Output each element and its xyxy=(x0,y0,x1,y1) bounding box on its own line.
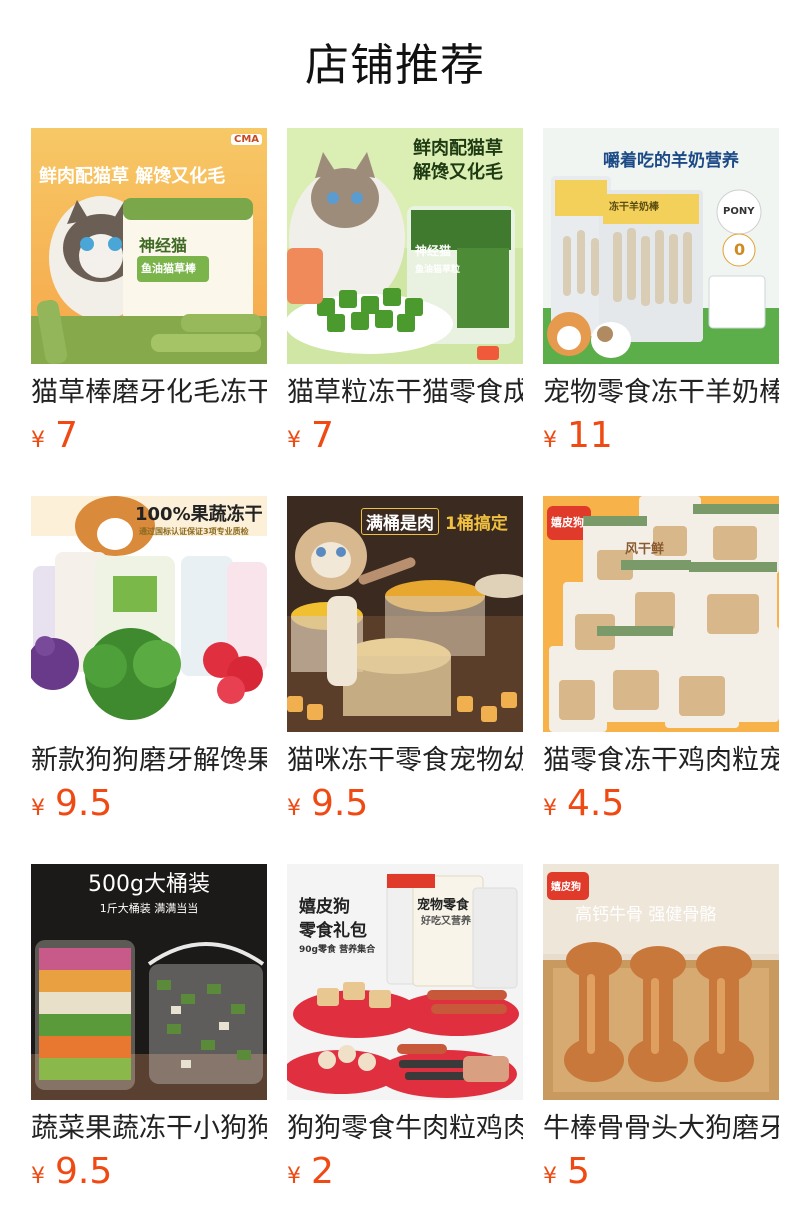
product-price: ¥ 9.5 xyxy=(31,782,267,826)
product-price: ¥ 9.5 xyxy=(31,1150,267,1194)
pack-label-1: 宠物零食 xyxy=(417,898,470,913)
image-headline: 500g大桶装 xyxy=(88,872,210,897)
product-price: ¥ 7 xyxy=(31,414,267,458)
currency-symbol: ¥ xyxy=(543,428,557,453)
product-card[interactable]: 鲜肉配猫草 解馋又化毛 神经猫 鱼油猫草粒 猫草粒冻干猫零食成猫 ¥ 7 xyxy=(287,128,523,496)
image-headline-1: 鲜肉配猫草 xyxy=(413,138,503,159)
product-image-cat-grass-cubes[interactable]: 鲜肉配猫草 解馋又化毛 神经猫 鱼油猫草粒 xyxy=(287,128,523,364)
product-image-fruit-veg-jars[interactable]: 100%果蔬冻干 通过国标认证保证3项专业质检 xyxy=(31,496,267,732)
image-sub: 冻干羊奶棒 xyxy=(609,202,659,213)
image-headline: 嚼着吃的羊奶营养 xyxy=(603,151,739,171)
price-amount: 5 xyxy=(567,1151,590,1192)
certification-badge: CMA xyxy=(231,134,263,145)
image-sub: 鱼油猫草棒 xyxy=(141,262,196,275)
product-image-snack-gift-pack[interactable]: 嬉皮狗 零食礼包 90g零食 营养集合 宠物零食 好吃又营养 xyxy=(287,864,523,1100)
product-image-cat-grass-stick[interactable]: 鲜肉配猫草 解馋又化毛 神经猫 鱼油猫草棒 CMA xyxy=(31,128,267,364)
snack-bags-icon xyxy=(543,496,779,732)
product-card[interactable]: 100%果蔬冻干 通过国标认证保证3项专业质检 新款狗狗磨牙解馋果蔬 ¥ 9.5 xyxy=(31,496,267,864)
product-name[interactable]: 猫草粒冻干猫零食成猫 xyxy=(287,376,523,410)
image-brand: 神经猫 xyxy=(139,236,188,255)
product-price: ¥ 9.5 xyxy=(287,782,523,826)
currency-symbol: ¥ xyxy=(287,1164,301,1189)
image-headline: 高钙牛骨 强健骨骼 xyxy=(575,905,717,925)
image-headline: 100%果蔬冻干 xyxy=(135,504,263,525)
product-image-freeze-dried-meat[interactable]: 满桶是肉 1桶搞定 xyxy=(287,496,523,732)
product-price: ¥ 5 xyxy=(543,1150,779,1194)
currency-symbol: ¥ xyxy=(287,796,301,821)
price-amount: 7 xyxy=(55,415,78,456)
image-brand: 神经猫 xyxy=(415,244,452,258)
pack-label: 风干鲜 xyxy=(625,542,665,557)
currency-symbol: ¥ xyxy=(543,796,557,821)
product-name[interactable]: 猫咪冻干零食宠物幼猫 xyxy=(287,744,523,778)
product-grid: 鲜肉配猫草 解馋又化毛 神经猫 鱼油猫草棒 CMA 猫草棒磨牙化毛冻干猫 ¥ 7 xyxy=(31,128,779,1232)
product-name[interactable]: 猫零食冻干鸡肉粒宠物 xyxy=(543,744,779,778)
currency-symbol: ¥ xyxy=(31,1164,45,1189)
product-name[interactable]: 牛棒骨骨头大狗磨牙棒 xyxy=(543,1112,779,1146)
image-headline-1: 嬉皮狗 xyxy=(299,897,350,917)
product-card[interactable]: 嬉皮狗 高钙牛骨 强健骨骼 牛棒骨骨头大狗磨牙棒 ¥ 5 xyxy=(543,864,779,1232)
zero-additive-badge: 0 xyxy=(734,240,746,259)
product-image-beef-bones[interactable]: 嬉皮狗 高钙牛骨 强健骨骼 xyxy=(543,864,779,1100)
image-headline-1: 满桶是肉 xyxy=(361,508,439,535)
product-price: ¥ 11 xyxy=(543,414,779,458)
product-price: ¥ 4.5 xyxy=(543,782,779,826)
product-card[interactable]: 鲜肉配猫草 解馋又化毛 神经猫 鱼油猫草棒 CMA 猫草棒磨牙化毛冻干猫 ¥ 7 xyxy=(31,128,267,496)
image-headline: 鲜肉配猫草 解馋又化毛 xyxy=(39,166,226,187)
product-card[interactable]: 嬉皮狗 零食礼包 90g零食 营养集合 宠物零食 好吃又营养 狗狗零食牛肉粒鸡肉… xyxy=(287,864,523,1232)
image-sub: 鱼油猫草粒 xyxy=(415,265,461,275)
product-image-snack-bags[interactable]: 嬉皮狗 风干鲜 xyxy=(543,496,779,732)
section-title: 店铺推荐 xyxy=(305,40,485,91)
image-brand: 嬉皮狗 xyxy=(551,516,584,529)
price-amount: 9.5 xyxy=(55,783,113,824)
product-price: ¥ 7 xyxy=(287,414,523,458)
product-name[interactable]: 猫草棒磨牙化毛冻干猫 xyxy=(31,376,267,410)
product-price: ¥ 2 xyxy=(287,1150,523,1194)
product-card[interactable]: 嬉皮狗 风干鲜 猫零食冻干鸡肉粒宠物 ¥ 4.5 xyxy=(543,496,779,864)
price-amount: 9.5 xyxy=(311,783,369,824)
product-card[interactable]: 嚼着吃的羊奶营养 冻干羊奶棒 PONY 0 宠物零食冻干羊奶棒狗 ¥ 11 xyxy=(543,128,779,496)
pony-badge: PONY xyxy=(723,206,755,217)
image-headline-2: 解馋又化毛 xyxy=(413,162,503,183)
currency-symbol: ¥ xyxy=(31,796,45,821)
currency-symbol: ¥ xyxy=(31,428,45,453)
image-headline-2: 1桶搞定 xyxy=(445,514,508,534)
image-sub: 1斤大桶装 满满当当 xyxy=(99,902,199,915)
product-name[interactable]: 宠物零食冻干羊奶棒狗 xyxy=(543,376,779,410)
image-brand: 嬉皮狗 xyxy=(551,882,581,893)
currency-symbol: ¥ xyxy=(287,428,301,453)
currency-symbol: ¥ xyxy=(543,1164,557,1189)
store-recommendations-page: 店铺推荐 鲜肉配猫草 解馋又化毛 神经猫 鱼油猫草棒 CMA 猫草棒磨牙化毛冻干… xyxy=(0,0,790,1232)
product-card[interactable]: 500g大桶装 1斤大桶装 满满当当 蔬菜果蔬冻干小狗狗零 ¥ 9.5 xyxy=(31,864,267,1232)
price-amount: 2 xyxy=(311,1151,334,1192)
product-name[interactable]: 蔬菜果蔬冻干小狗狗零 xyxy=(31,1112,267,1146)
price-amount: 4.5 xyxy=(567,783,625,824)
price-amount: 7 xyxy=(311,415,334,456)
pack-label-2: 好吃又营养 xyxy=(421,916,471,927)
product-image-goat-milk-sticks[interactable]: 嚼着吃的羊奶营养 冻干羊奶棒 PONY 0 xyxy=(543,128,779,364)
image-sub: 90g零食 营养集合 xyxy=(299,945,376,955)
product-row: 500g大桶装 1斤大桶装 满满当当 蔬菜果蔬冻干小狗狗零 ¥ 9.5 xyxy=(31,864,779,1232)
product-name[interactable]: 新款狗狗磨牙解馋果蔬 xyxy=(31,744,267,778)
product-row: 鲜肉配猫草 解馋又化毛 神经猫 鱼油猫草棒 CMA 猫草棒磨牙化毛冻干猫 ¥ 7 xyxy=(31,128,779,496)
product-image-veggie-bucket[interactable]: 500g大桶装 1斤大桶装 满满当当 xyxy=(31,864,267,1100)
product-card[interactable]: 满桶是肉 1桶搞定 猫咪冻干零食宠物幼猫 ¥ 9.5 xyxy=(287,496,523,864)
image-headline-2: 零食礼包 xyxy=(299,921,367,941)
price-amount: 11 xyxy=(567,415,613,456)
product-name[interactable]: 狗狗零食牛肉粒鸡肉干 xyxy=(287,1112,523,1146)
product-row: 100%果蔬冻干 通过国标认证保证3项专业质检 新款狗狗磨牙解馋果蔬 ¥ 9.5 xyxy=(31,496,779,864)
price-amount: 9.5 xyxy=(55,1151,113,1192)
image-sub: 通过国标认证保证3项专业质检 xyxy=(139,527,249,536)
